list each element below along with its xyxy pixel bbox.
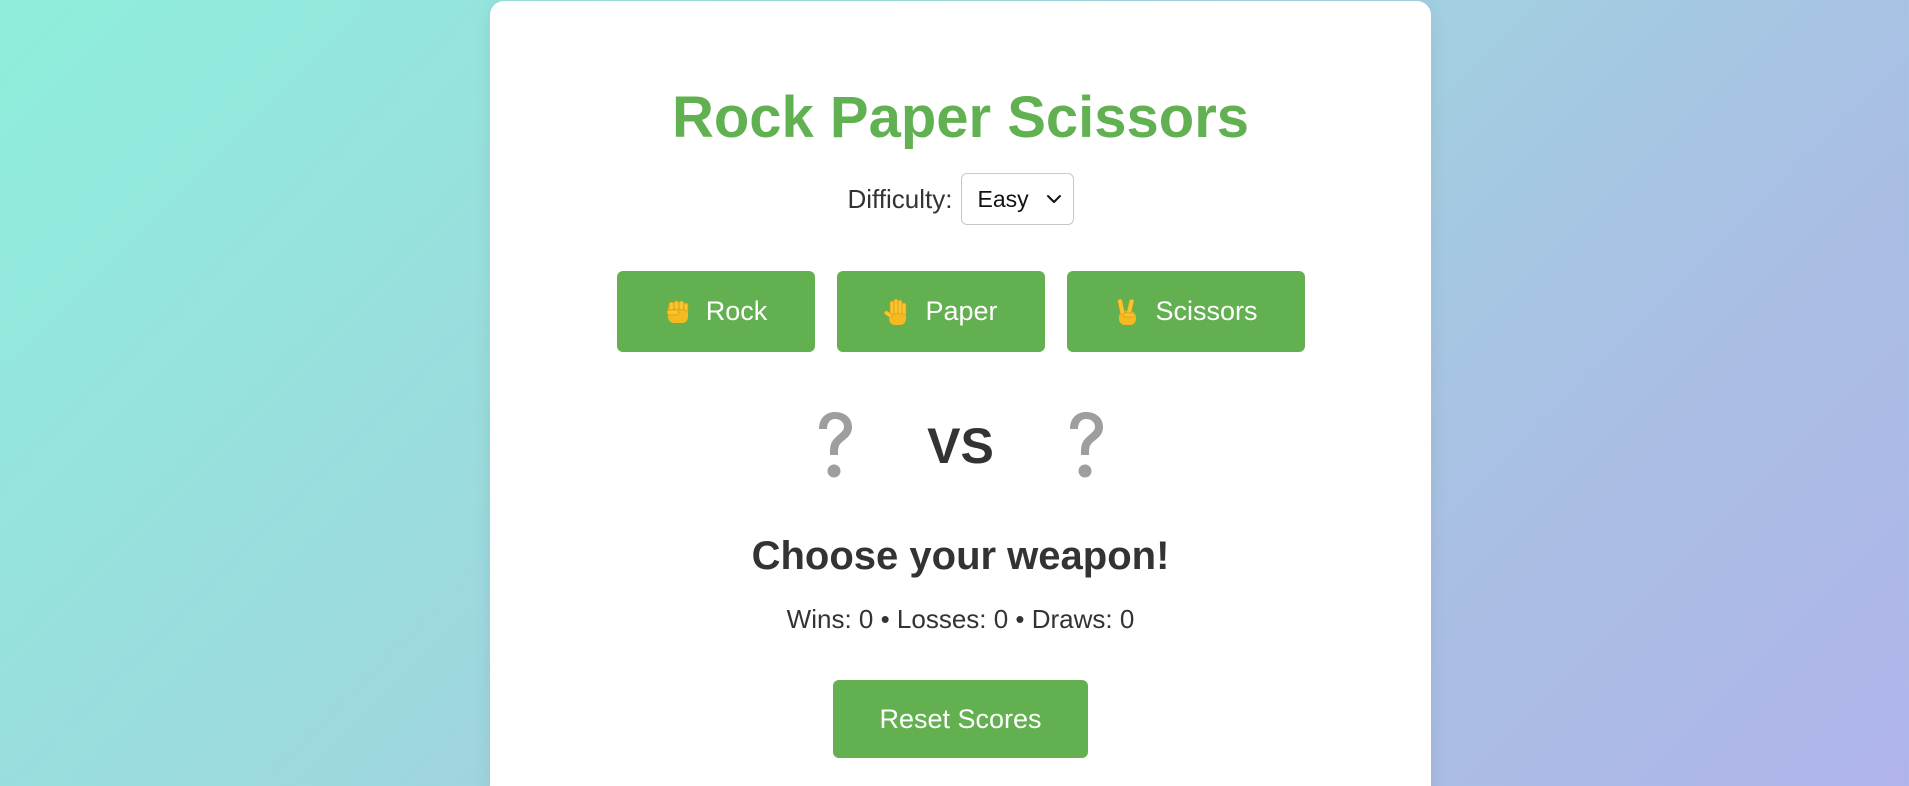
difficulty-label: Difficulty: bbox=[847, 183, 953, 214]
game-card: Rock Paper Scissors Difficulty: Easy Roc… bbox=[490, 1, 1431, 786]
scissors-label: Scissors bbox=[1155, 296, 1258, 326]
victory-hand-icon bbox=[1117, 298, 1137, 325]
raised-hand-icon bbox=[884, 298, 907, 325]
result-message: Choose your weapon! bbox=[751, 534, 1170, 578]
difficulty-select[interactable]: Easy bbox=[960, 173, 1074, 225]
versus-display: VS bbox=[490, 406, 1431, 486]
raised-fist-icon bbox=[666, 300, 689, 323]
rock-label: Rock bbox=[705, 296, 768, 326]
rock-button[interactable]: Rock bbox=[616, 271, 815, 352]
reset-scores-button[interactable]: Reset Scores bbox=[833, 680, 1088, 758]
player-choice-question-icon bbox=[819, 412, 853, 478]
scissors-button[interactable]: Scissors bbox=[1066, 271, 1305, 352]
paper-button[interactable]: Paper bbox=[836, 271, 1045, 352]
difficulty-selected-value: Easy bbox=[977, 185, 1029, 212]
vs-label: VS bbox=[927, 418, 994, 474]
difficulty-row: Difficulty: Easy bbox=[490, 173, 1431, 225]
paper-label: Paper bbox=[925, 296, 998, 326]
choice-buttons: Rock Paper Scissors bbox=[490, 271, 1431, 352]
page-title: Rock Paper Scissors bbox=[671, 85, 1250, 150]
score-summary: Wins: 0 • Losses: 0 • Draws: 0 bbox=[786, 604, 1135, 634]
computer-choice-question-icon bbox=[1069, 412, 1103, 478]
chevron-down-icon bbox=[1046, 195, 1061, 203]
